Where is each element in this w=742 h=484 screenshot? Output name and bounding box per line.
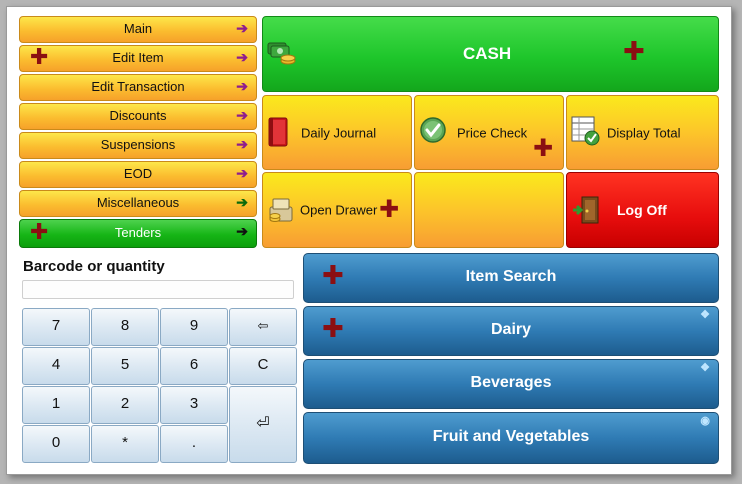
empty-tile-button[interactable]: [414, 172, 564, 248]
display-total-label: Display Total: [607, 125, 681, 140]
menu-miscellaneous-label: Miscellaneous: [96, 195, 180, 210]
plus-icon: ✚: [623, 37, 645, 67]
menu-tenders-label: Tenders: [114, 225, 162, 240]
dairy-label: Dairy: [490, 321, 532, 338]
plus-icon: ✚: [533, 134, 554, 162]
book-icon: [268, 117, 288, 147]
spreadsheet-icon: [571, 116, 600, 146]
menu-main-button[interactable]: Main ➔: [19, 16, 257, 43]
enter-key[interactable]: ⏎: [229, 386, 297, 463]
beverages-label: Beverages: [470, 374, 552, 391]
key-8[interactable]: 8: [91, 308, 159, 346]
menu-suspensions-button[interactable]: Suspensions ➔: [19, 132, 257, 159]
cash-button[interactable]: CASH ✚: [262, 16, 719, 92]
price-check-button[interactable]: Price Check ✚: [414, 95, 564, 170]
item-search-label: Item Search: [465, 268, 557, 285]
category-fruit-vegetables-button[interactable]: Fruit and Vegetables ◉: [303, 412, 719, 464]
key-7[interactable]: 7: [22, 308, 90, 346]
menu-discounts-label: Discounts: [109, 108, 167, 123]
log-off-button[interactable]: Log Off: [566, 172, 719, 248]
barcode-quantity-input[interactable]: [22, 280, 294, 299]
key-dot[interactable]: .: [160, 425, 228, 463]
menu-miscellaneous-button[interactable]: Miscellaneous ➔: [19, 190, 257, 217]
plus-icon: ✚: [322, 261, 344, 291]
menu-edit-item-label: Edit Item: [112, 50, 164, 65]
price-check-label: Price Check: [457, 125, 528, 140]
entry-label: Barcode or quantity: [23, 258, 165, 275]
expand-icon: ❖: [700, 362, 710, 374]
menu-tenders-button[interactable]: ✚ Tenders ➔: [19, 219, 257, 248]
key-1[interactable]: 1: [22, 386, 90, 424]
key-3[interactable]: 3: [160, 386, 228, 424]
arrow-right-icon: ➔: [236, 165, 248, 181]
display-total-button[interactable]: Display Total: [566, 95, 719, 170]
radio-icon: ◉: [700, 415, 710, 427]
arrow-right-icon: ➔: [236, 20, 248, 36]
category-beverages-button[interactable]: Beverages ❖: [303, 359, 719, 409]
cash-label: CASH: [463, 44, 512, 63]
arrow-right-icon: ➔: [236, 194, 248, 210]
log-off-label: Log Off: [617, 202, 667, 218]
menu-edit-transaction-button[interactable]: Edit Transaction ➔: [19, 74, 257, 101]
menu-eod-button[interactable]: EOD ➔: [19, 161, 257, 188]
menu-discounts-button[interactable]: Discounts ➔: [19, 103, 257, 130]
key-6[interactable]: 6: [160, 347, 228, 385]
item-search-button[interactable]: ✚ Item Search: [303, 253, 719, 303]
key-4[interactable]: 4: [22, 347, 90, 385]
arrow-right-icon: ➔: [236, 49, 248, 65]
daily-journal-label: Daily Journal: [301, 125, 377, 140]
exit-door-icon: [573, 196, 599, 224]
money-icon: [267, 42, 296, 65]
key-9[interactable]: 9: [160, 308, 228, 346]
key-star[interactable]: *: [91, 425, 159, 463]
backspace-key[interactable]: ⇦: [229, 308, 297, 346]
cash-drawer-icon: [269, 198, 293, 222]
plus-icon: ✚: [322, 314, 344, 344]
plus-icon: ✚: [30, 220, 49, 245]
arrow-right-icon: ➔: [236, 136, 248, 152]
open-drawer-label: Open Drawer: [300, 202, 378, 218]
arrow-right-icon: ➔: [236, 107, 248, 123]
daily-journal-button[interactable]: Daily Journal: [262, 95, 412, 170]
menu-main-label: Main: [123, 21, 153, 36]
clear-key[interactable]: C: [229, 347, 297, 385]
menu-edit-item-button[interactable]: ✚ Edit Item ➔: [19, 45, 257, 72]
key-2[interactable]: 2: [91, 386, 159, 424]
arrow-right-icon: ➔: [236, 78, 248, 94]
plus-icon: ✚: [379, 195, 400, 223]
arrow-right-icon: ➔: [236, 223, 248, 239]
category-dairy-button[interactable]: ✚ Dairy ❖: [303, 306, 719, 356]
menu-edit-transaction-label: Edit Transaction: [91, 79, 185, 94]
expand-icon: ❖: [700, 309, 710, 321]
key-0[interactable]: 0: [22, 425, 90, 463]
key-5[interactable]: 5: [91, 347, 159, 385]
menu-suspensions-label: Suspensions: [100, 137, 176, 152]
menu-eod-label: EOD: [123, 166, 153, 181]
open-drawer-button[interactable]: Open Drawer ✚: [262, 172, 412, 248]
plus-icon: ✚: [30, 45, 49, 70]
checkmark-icon: [420, 117, 446, 143]
fruit-vegetables-label: Fruit and Vegetables: [432, 428, 590, 445]
